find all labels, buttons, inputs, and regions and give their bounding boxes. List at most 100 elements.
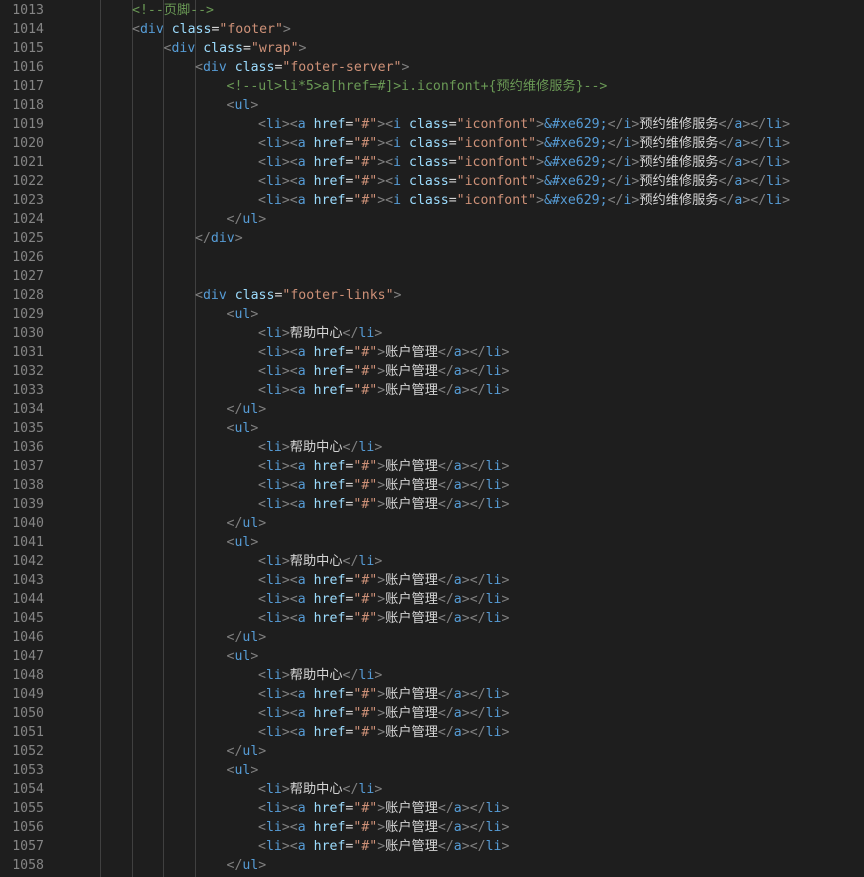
code-token-attr: href [313, 136, 346, 151]
code-line[interactable]: 1032 <li><a href="#">账户管理</a></li> [0, 362, 864, 381]
code-line[interactable]: 1055 <li><a href="#">账户管理</a></li> [0, 799, 864, 818]
line-code: <!--页脚--> [132, 1, 214, 20]
line-code: </ul> [227, 628, 267, 647]
code-token-pun: < [289, 117, 298, 132]
code-line[interactable]: 1031 <li><a href="#">账户管理</a></li> [0, 343, 864, 362]
code-line[interactable]: 1028 <div class="footer-links"> [0, 286, 864, 305]
code-line[interactable]: 1021 <li><a href="#"><i class="iconfont">… [0, 153, 864, 172]
code-token-str: "#" [353, 801, 378, 816]
code-line[interactable]: 1017 <!--ul>li*5>a[href=#]>i.iconfont+{预约… [0, 77, 864, 96]
code-token-pun: > [461, 820, 470, 835]
code-line[interactable]: 1054 <li>帮助中心</li> [0, 780, 864, 799]
code-token-text: 帮助中心 [289, 554, 343, 569]
code-token-pun: </ [342, 668, 359, 683]
code-token-pun: </ [226, 516, 243, 531]
code-token-pun: </ [607, 117, 624, 132]
code-line[interactable]: 1014 <div class="footer"> [0, 20, 864, 39]
code-line[interactable]: 1025 </div> [0, 229, 864, 248]
code-token-pun: < [289, 497, 298, 512]
code-line[interactable]: 1039 <li><a href="#">账户管理</a></li> [0, 495, 864, 514]
code-token-tag: a [297, 611, 306, 626]
code-token-pun: < [289, 174, 298, 189]
code-token-pun: < [258, 801, 266, 816]
code-line[interactable]: 1029 <ul> [0, 305, 864, 324]
code-line[interactable]: 1044 <li><a href="#">账户管理</a></li> [0, 590, 864, 609]
code-editor[interactable]: 1013 <!--页脚--> 1014 <div class="footer"> 101… [0, 0, 864, 877]
code-token-tag: li [265, 440, 282, 455]
code-line[interactable]: 1022 <li><a href="#"><i class="iconfont">… [0, 172, 864, 191]
code-line[interactable]: 1023 <li><a href="#"><i class="iconfont">… [0, 191, 864, 210]
code-line[interactable]: 1019 <li><a href="#"><i class="iconfont">… [0, 115, 864, 134]
code-token-text: 账户管理 [385, 839, 438, 854]
code-line[interactable]: 1013 <!--页脚--> [0, 1, 864, 20]
code-line[interactable]: 1040 </ul> [0, 514, 864, 533]
code-line[interactable]: 1047 <ul> [0, 647, 864, 666]
code-line[interactable]: 1052 </ul> [0, 742, 864, 761]
code-line[interactable]: 1057 <li><a href="#">账户管理</a></li> [0, 837, 864, 856]
code-token-tag: li [265, 155, 282, 170]
code-line[interactable]: 1036 <li>帮助中心</li> [0, 438, 864, 457]
code-line[interactable]: 1018 <ul> [0, 96, 864, 115]
code-line[interactable]: 1020 <li><a href="#"><i class="iconfont">… [0, 134, 864, 153]
code-token-pun: > [782, 155, 791, 170]
line-number: 1035 [12, 421, 44, 436]
code-token-attr: href [313, 687, 346, 702]
code-token-tag: li [358, 440, 375, 455]
code-line[interactable]: 1049 <li><a href="#">账户管理</a></li> [0, 685, 864, 704]
code-line[interactable]: 1026 [0, 248, 864, 267]
code-token-pun: > [250, 763, 259, 778]
line-code: <li><a href="#">账户管理</a></li> [258, 723, 509, 742]
code-line[interactable]: 1043 <li><a href="#">账户管理</a></li> [0, 571, 864, 590]
code-token-tag: li [265, 497, 282, 512]
code-token-pun: < [258, 440, 266, 455]
code-line[interactable]: 1038 <li><a href="#">账户管理</a></li> [0, 476, 864, 495]
code-token-tag: div [139, 22, 164, 37]
code-line[interactable]: 1033 <li><a href="#">账户管理</a></li> [0, 381, 864, 400]
code-line[interactable]: 1058 </ul> [0, 856, 864, 875]
code-token-tag: a [297, 573, 306, 588]
code-token-text: 预约维修服务 [639, 136, 719, 151]
code-line[interactable]: 1050 <li><a href="#">账户管理</a></li> [0, 704, 864, 723]
code-line[interactable]: 1046 </ul> [0, 628, 864, 647]
code-token-text: 账户管理 [385, 345, 438, 360]
code-line[interactable]: 1027 [0, 267, 864, 286]
code-line[interactable]: 1041 <ul> [0, 533, 864, 552]
code-token-pun: > [501, 820, 510, 835]
code-token-tag: li [485, 687, 502, 702]
code-line[interactable]: 1035 <ul> [0, 419, 864, 438]
code-line[interactable]: 1042 <li>帮助中心</li> [0, 552, 864, 571]
code-token-pun: < [385, 174, 394, 189]
line-number: 1044 [12, 592, 44, 607]
code-line[interactable]: 1053 <ul> [0, 761, 864, 780]
code-token-tag: li [485, 706, 502, 721]
code-line[interactable]: 1015 <div class="wrap"> [0, 39, 864, 58]
code-line[interactable]: 1056 <li><a href="#">账户管理</a></li> [0, 818, 864, 837]
code-token-tag: li [485, 725, 502, 740]
code-line[interactable]: 1034 </ul> [0, 400, 864, 419]
code-token-tag: a [453, 706, 462, 721]
code-token-tag: li [766, 174, 783, 189]
code-token-pun: > [298, 41, 307, 56]
code-token-tag: li [265, 611, 282, 626]
code-line[interactable]: 1051 <li><a href="#">账户管理</a></li> [0, 723, 864, 742]
line-number: 1040 [12, 516, 44, 531]
line-code: <li><a href="#"><i class="iconfont">&#xe… [258, 115, 790, 134]
code-token-tag: li [265, 459, 282, 474]
code-line[interactable]: 1016 <div class="footer-server"> [0, 58, 864, 77]
line-number: 1057 [12, 839, 44, 854]
code-token-pun: < [289, 573, 298, 588]
code-line[interactable]: 1024 </ul> [0, 210, 864, 229]
line-number: 1016 [12, 60, 44, 75]
code-token-pun: </ [437, 839, 454, 854]
code-token-tag: li [265, 193, 282, 208]
code-line[interactable]: 1045 <li><a href="#">账户管理</a></li> [0, 609, 864, 628]
code-line[interactable]: 1048 <li>帮助中心</li> [0, 666, 864, 685]
code-line[interactable]: 1037 <li><a href="#">账户管理</a></li> [0, 457, 864, 476]
code-token-tag: li [485, 345, 502, 360]
code-line[interactable]: 1030 <li>帮助中心</li> [0, 324, 864, 343]
